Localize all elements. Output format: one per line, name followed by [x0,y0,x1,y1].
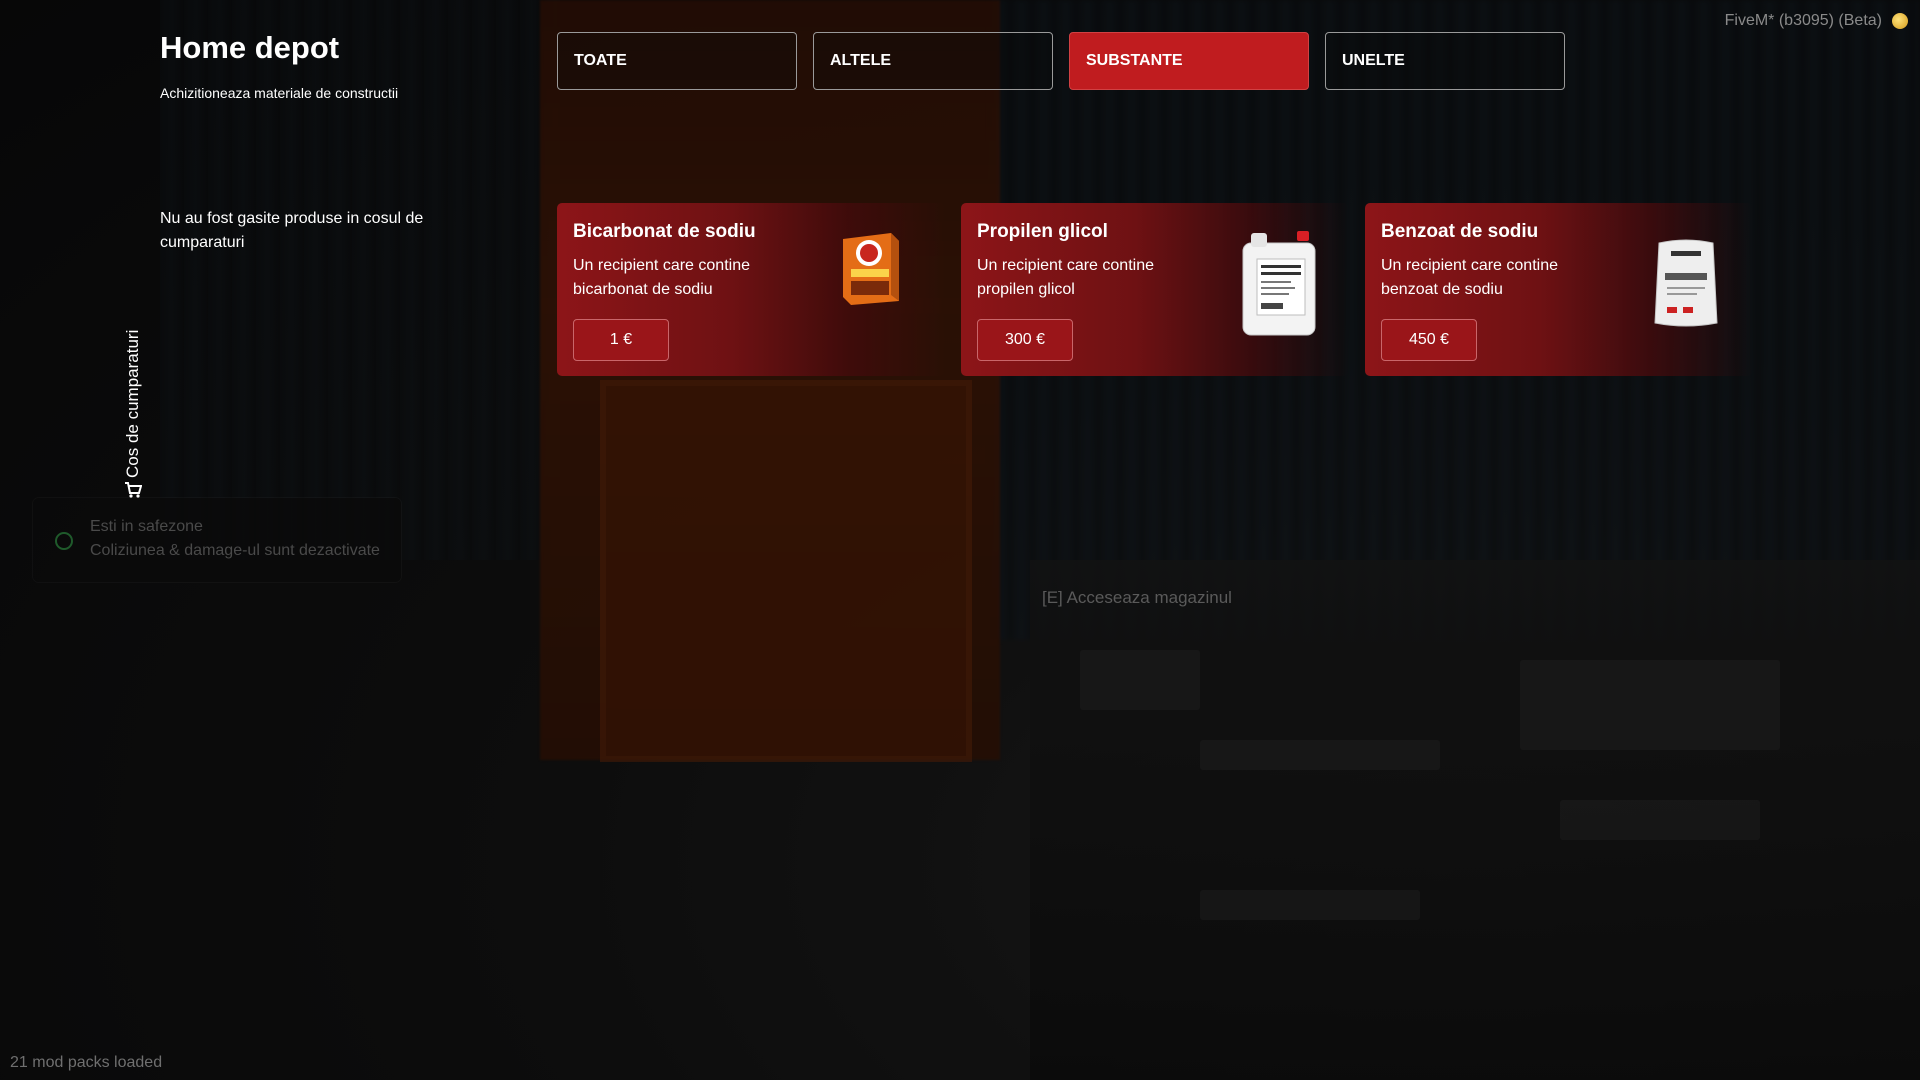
buy-price-button[interactable]: 450 € [1381,319,1477,361]
buy-price-button[interactable]: 300 € [977,319,1073,361]
product-card: Propilen glicol Un recipient care contin… [961,203,1349,376]
safezone-title: Esti in safezone [90,518,203,535]
mod-packs-status: 21 mod packs loaded [10,1054,163,1071]
buy-price-button[interactable]: 1 € [573,319,669,361]
powder-bag-icon [1654,239,1718,327]
shopping-cart-label: Cos de cumparaturi [123,329,142,478]
product-grid: Bicarbonat de sodiu Un recipient care co… [557,203,1753,376]
tab-substante[interactable]: SUBSTANTE [1069,32,1309,90]
chemical-jug-icon [1242,231,1316,336]
product-name: Benzoat de sodiu [1381,221,1539,242]
safezone-notification: Esti in safezone Coliziunea & damage-ul … [33,498,401,582]
store-subtitle: Achizitioneaza materiale de constructii [160,85,399,101]
fivem-version-label: FiveM* (b3095) (Beta) [1724,12,1882,29]
product-description: Un recipient care contine propilen glico… [977,257,1154,298]
safezone-subtitle: Coliziunea & damage-ul sunt dezactivate [90,542,380,559]
product-description: Un recipient care contine benzoat de sod… [1381,257,1558,298]
product-card: Benzoat de sodiu Un recipient care conti… [1365,203,1753,376]
product-name: Bicarbonat de sodiu [573,221,756,242]
tab-toate[interactable]: TOATE [557,32,797,90]
category-tabs: TOATE ALTELE SUBSTANTE UNELTE [557,32,1565,90]
shopping-cart-icon [125,482,142,498]
product-card: Bicarbonat de sodiu Un recipient care co… [557,203,945,376]
empty-cart-message: Nu au fost gasite produse in cosul de cu… [160,210,424,251]
tab-altele[interactable]: ALTELE [813,32,1053,90]
product-description: Un recipient care contine bicarbonat de … [573,257,750,298]
fivem-logo-icon [1892,13,1908,29]
shopping-cart-toggle[interactable]: Cos de cumparaturi [118,318,148,500]
baking-soda-box-icon [843,233,899,305]
store-title: Home depot [160,30,340,65]
shield-icon [55,532,73,550]
world-interaction-prompt: [E] Acceseaza magazinul [1042,588,1232,607]
tab-unelte[interactable]: UNELTE [1325,32,1565,90]
product-name: Propilen glicol [977,221,1108,242]
